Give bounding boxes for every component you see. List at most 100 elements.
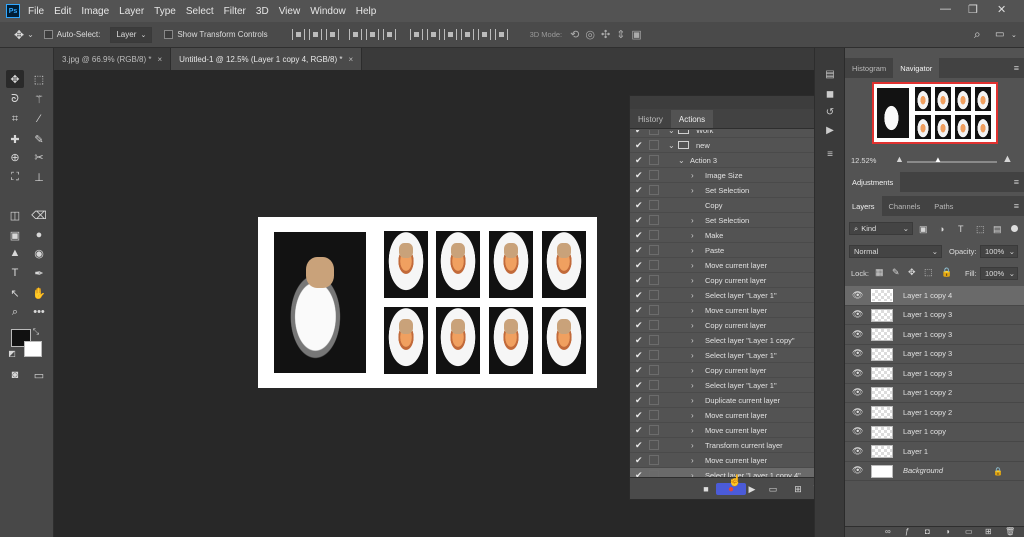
tab-doc-3jpg[interactable]: 3.jpg @ 66.9% (RGB/8) * × (54, 48, 172, 70)
gradient-tool-icon[interactable]: ▣ (6, 226, 24, 244)
lock-all-icon[interactable]: 🔒 (941, 267, 952, 278)
action-step-row[interactable]: ✔ › Copy current layer (630, 318, 830, 333)
toggle-item-checkmark-icon[interactable]: ✔ (635, 170, 645, 181)
toggle-dialog-box[interactable] (649, 410, 659, 420)
properties-dock-icon[interactable]: ≡ (823, 148, 837, 160)
toggle-item-checkmark-icon[interactable]: ✔ (635, 275, 645, 286)
visibility-eye-icon[interactable]: 👁 (852, 329, 863, 340)
lock-artboard-icon[interactable]: ⬚ (924, 267, 933, 278)
new-action-icon[interactable]: ⊞ (792, 483, 804, 495)
new-layer-icon[interactable]: ⊞ (985, 527, 992, 536)
toggle-dialog-box[interactable] (649, 440, 659, 450)
expand-chevron-icon[interactable]: ⌄ (668, 130, 675, 135)
paint-bucket-icon[interactable]: ⛶ (6, 168, 24, 186)
panel-header[interactable]: « ✕ (630, 96, 840, 109)
auto-select-checkbox[interactable]: Auto-Select: (43, 30, 100, 39)
zoom-slider[interactable] (907, 161, 997, 163)
toggle-dialog-box[interactable] (649, 130, 659, 135)
menu-filter[interactable]: Filter (224, 6, 246, 17)
menu-3d[interactable]: 3D (256, 6, 269, 17)
toggle-dialog-box[interactable] (649, 155, 659, 165)
stop-icon[interactable]: ■ (700, 483, 712, 495)
histogram-dock-icon[interactable]: ▤ (823, 68, 837, 80)
screen-mode-icon[interactable]: ▭ (30, 366, 48, 384)
expand-chevron-icon[interactable]: › (691, 291, 694, 300)
lasso-tool-icon[interactable]: ᘐ (6, 90, 24, 108)
visibility-eye-icon[interactable]: 👁 (852, 407, 863, 418)
marquee-tool-icon[interactable]: ⬚ (30, 70, 48, 88)
action-step-row[interactable]: ✔ › Duplicate current layer (630, 393, 830, 408)
action-step-row[interactable]: ✔ › Set Selection (630, 213, 830, 228)
toggle-item-checkmark-icon[interactable]: ✔ (635, 335, 645, 346)
action-step-row[interactable]: ✔ › Select layer "Layer 1 copy" (630, 333, 830, 348)
expand-chevron-icon[interactable]: › (691, 276, 694, 285)
layer-row[interactable]: 👁 Layer 1 copy 3 (845, 364, 1024, 384)
toggle-item-checkmark-icon[interactable]: ✔ (635, 455, 645, 466)
toggle-item-checkmark-icon[interactable]: ✔ (635, 410, 645, 421)
action-step-row[interactable]: ✔ › Select layer "Layer 1" (630, 288, 830, 303)
action-step-row[interactable]: ✔ › Transform current layer (630, 438, 830, 453)
action-step-row[interactable]: ✔ › Copy current layer (630, 363, 830, 378)
chevron-down-icon[interactable]: ⌄ (1011, 31, 1017, 39)
toggle-item-checkmark-icon[interactable]: ✔ (635, 245, 645, 256)
filter-toggle-icon[interactable] (1011, 225, 1018, 232)
toggle-item-checkmark-icon[interactable]: ✔ (635, 140, 645, 151)
blur-tool-icon[interactable]: ● (30, 226, 48, 244)
lock-position-icon[interactable]: ✥ (908, 267, 916, 278)
expand-chevron-icon[interactable]: › (691, 426, 694, 435)
filter-smart-icon[interactable]: ▤ (993, 224, 1002, 235)
brush-tool-icon[interactable]: ✎ (30, 130, 48, 148)
action-step-row[interactable]: ✔ › Copy current layer (630, 273, 830, 288)
fx-icon[interactable]: ƒ (905, 527, 909, 536)
visibility-eye-icon[interactable]: 👁 (852, 387, 863, 398)
close-window-icon[interactable]: ✕ (997, 3, 1006, 16)
action-step-row[interactable]: ✔ › Move current layer (630, 453, 830, 468)
history-brush-icon[interactable]: ✂ (30, 148, 48, 166)
align-vcenter-icon[interactable] (308, 29, 322, 40)
stamp-icon[interactable]: ⊥ (30, 168, 48, 186)
expand-chevron-icon[interactable]: › (691, 216, 694, 225)
tab-actions[interactable]: Actions (670, 110, 714, 128)
layer-row[interactable]: 👁 Layer 1 copy 4 (845, 286, 1024, 306)
more-tools-icon[interactable]: ••• (30, 303, 48, 321)
expand-chevron-icon[interactable]: › (691, 351, 694, 360)
zoom-slider-handle[interactable]: ▲ (934, 155, 942, 164)
minimize-icon[interactable]: — (940, 3, 951, 15)
magic-wand-icon[interactable]: ⚚ (30, 90, 48, 108)
zoom-tool-icon[interactable]: ⌕ (6, 303, 24, 321)
toggle-dialog-box[interactable] (649, 380, 659, 390)
zoom-in-icon[interactable]: ▲ (1002, 153, 1013, 165)
action-set-row[interactable]: ✔ ⌄ new (630, 138, 830, 153)
3d-pan-icon[interactable]: ✣ (601, 28, 610, 41)
quick-mask-icon[interactable]: ◙ (6, 366, 24, 384)
dodge-tool-icon[interactable]: ▲ (6, 244, 24, 262)
toggle-item-checkmark-icon[interactable]: ✔ (635, 200, 645, 211)
crop-tool-icon[interactable]: ⌗ (6, 110, 24, 128)
adjust-layer-icon[interactable]: ◑ (945, 527, 950, 536)
move-tool-icon[interactable]: ✥ (6, 70, 24, 88)
eraser-alt-icon[interactable]: ⌫ (30, 206, 48, 224)
background-color-swatch[interactable] (24, 341, 42, 357)
menu-window[interactable]: Window (310, 6, 346, 17)
toggle-dialog-box[interactable] (649, 320, 659, 330)
delete-layer-icon[interactable]: 🗑 (1005, 527, 1015, 536)
filter-kind-dropdown[interactable]: ⌕ Kind ⌄ (849, 222, 913, 235)
toggle-dialog-box[interactable] (649, 305, 659, 315)
toggle-item-checkmark-icon[interactable]: ✔ (635, 440, 645, 451)
align-left-icon[interactable] (348, 29, 362, 40)
tab-adjustments[interactable]: Adjustments (845, 172, 901, 192)
toggle-dialog-box[interactable] (649, 425, 659, 435)
action-step-row[interactable]: ✔ › Make (630, 228, 830, 243)
3d-slide-icon[interactable]: ⇕ (616, 28, 625, 41)
new-set-icon[interactable]: ▭ (767, 483, 779, 495)
layer-row[interactable]: 👁 Layer 1 (845, 442, 1024, 462)
toggle-item-checkmark-icon[interactable]: ✔ (635, 230, 645, 241)
type-tool-icon[interactable]: T (6, 264, 24, 282)
layer-row[interactable]: 👁 Layer 1 copy 3 (845, 306, 1024, 325)
expand-chevron-icon[interactable]: › (691, 411, 694, 420)
distribute-bottom-icon[interactable] (443, 29, 457, 40)
navigator-preview[interactable] (872, 82, 998, 144)
toggle-item-checkmark-icon[interactable]: ✔ (635, 305, 645, 316)
expand-chevron-icon[interactable]: › (691, 456, 694, 465)
toggle-dialog-box[interactable] (649, 395, 659, 405)
